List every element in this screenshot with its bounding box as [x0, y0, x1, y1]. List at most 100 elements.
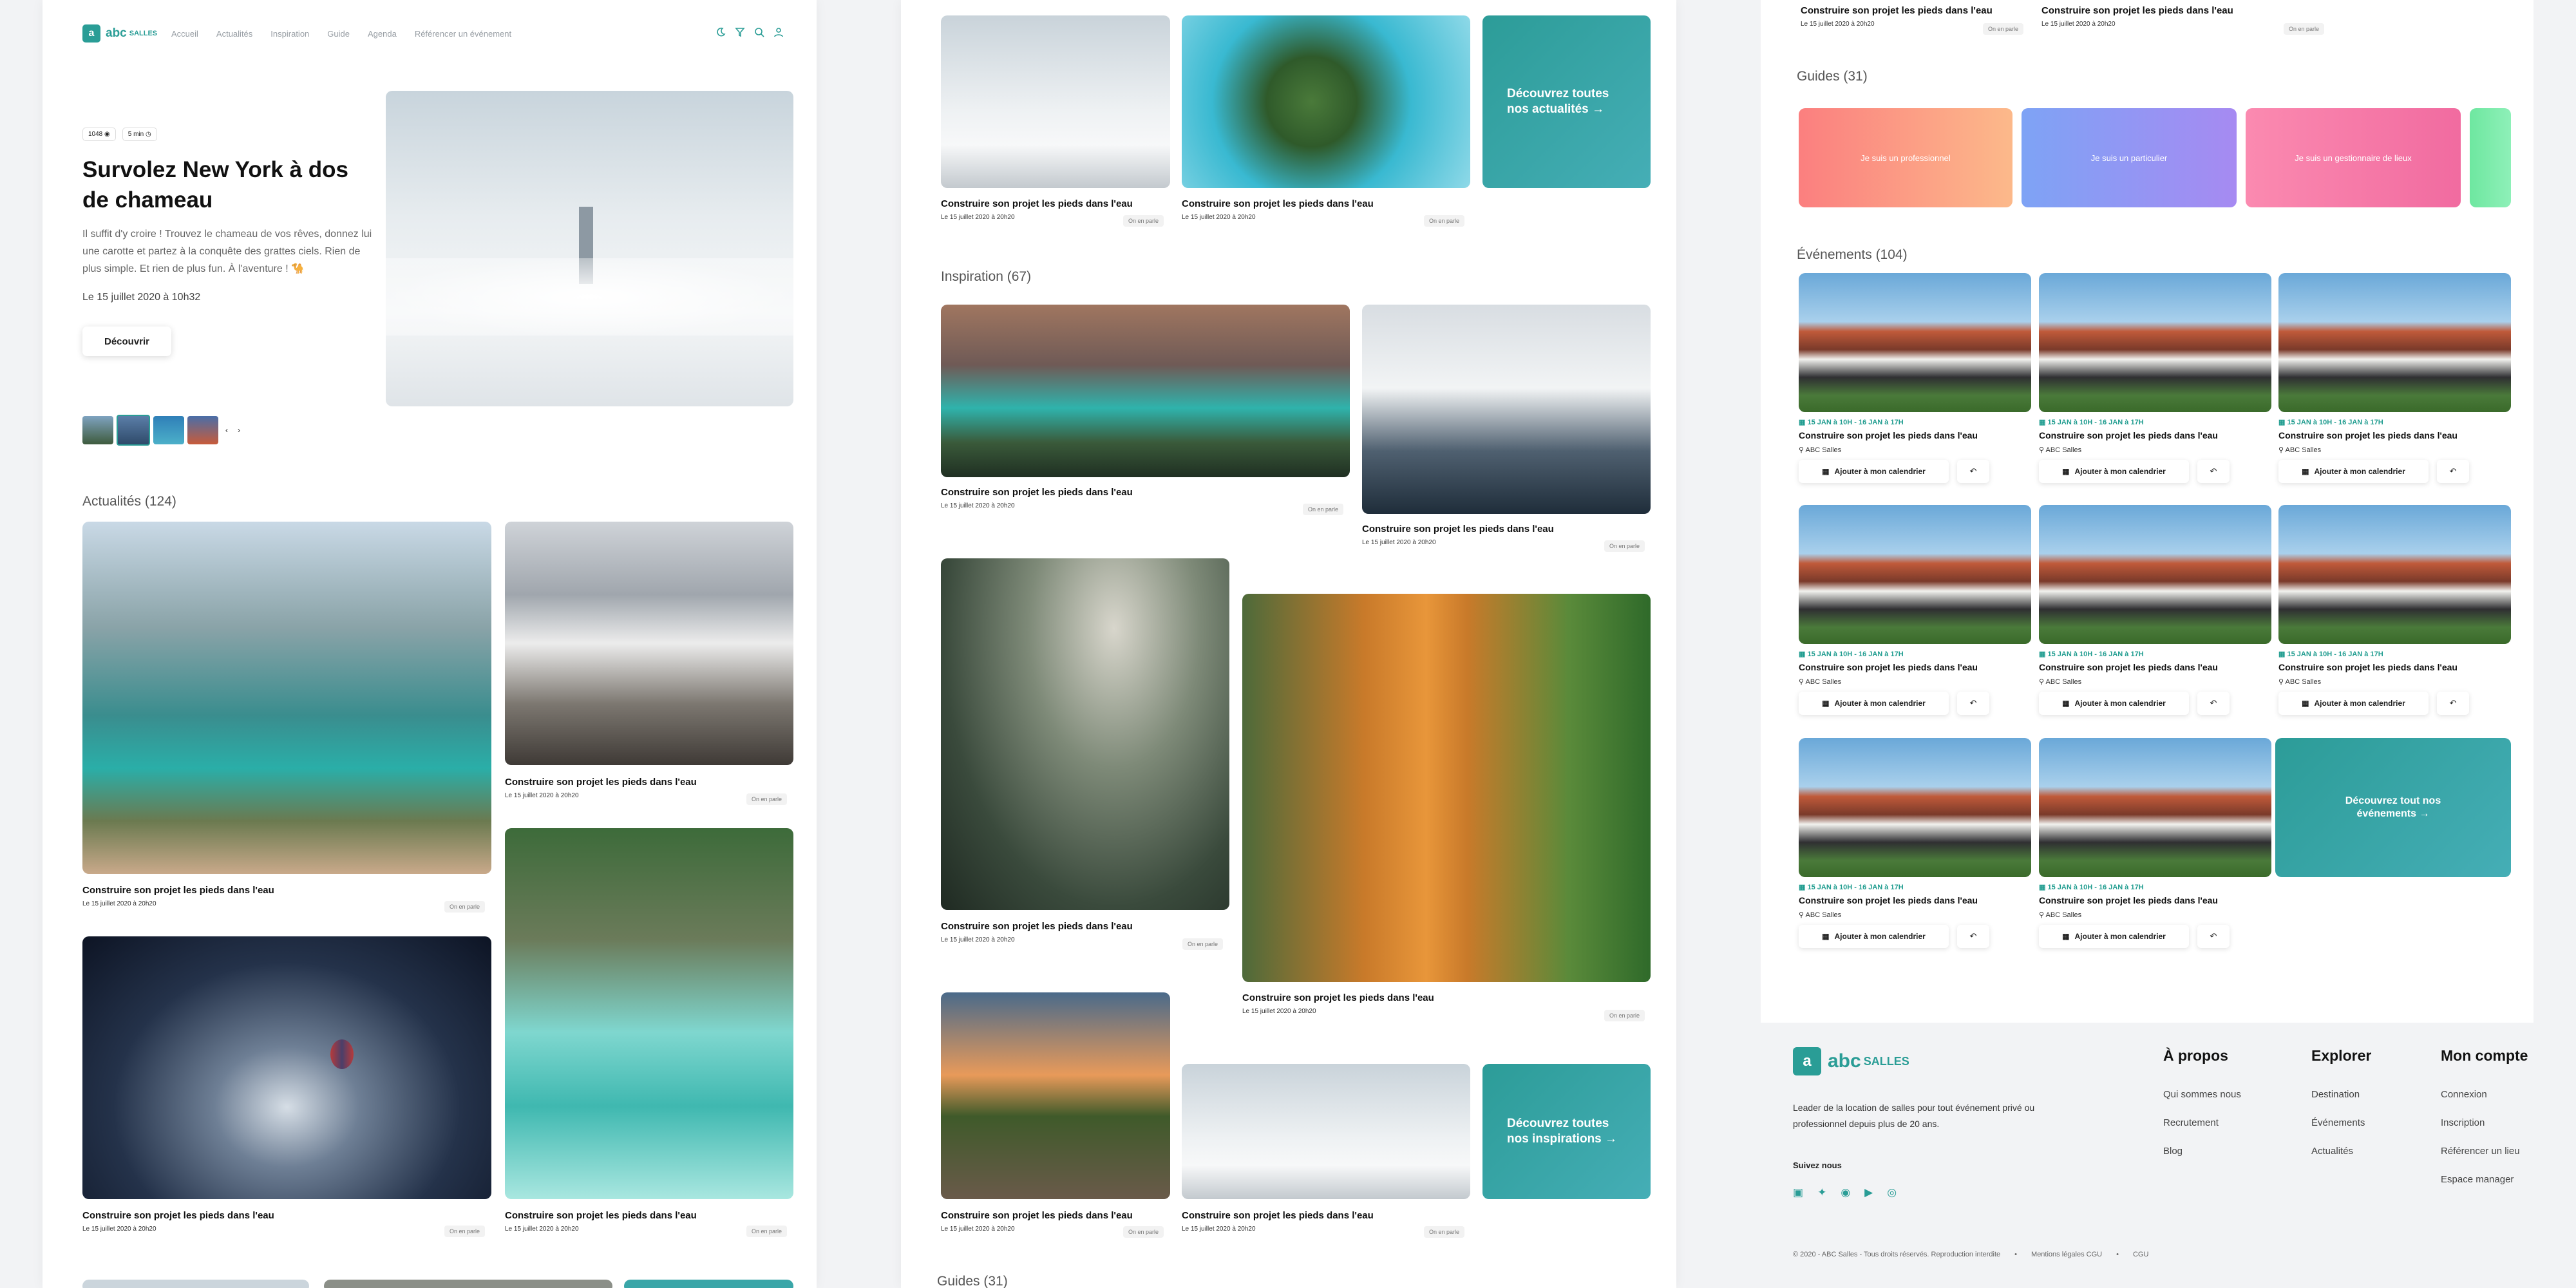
add-calendar-button[interactable]: ▦ Ajouter à mon calendrier [1799, 692, 1949, 715]
legal-link[interactable]: Mentions légales CGU [2031, 1251, 2102, 1258]
thumb-2[interactable] [117, 415, 150, 446]
card-title[interactable]: Construire son projet les pieds dans l'e… [1801, 5, 1993, 16]
mountain-image[interactable] [505, 522, 793, 765]
card-title[interactable]: Construire son projet les pieds dans l'e… [1362, 524, 1554, 535]
balloon-image[interactable] [82, 936, 491, 1199]
add-calendar-button[interactable]: ▦ Ajouter à mon calendrier [2278, 460, 2429, 483]
card-title[interactable]: Construire son projet les pieds dans l'e… [1182, 198, 1374, 209]
footer-link[interactable]: Espace manager [2441, 1174, 2514, 1185]
nav-accueil[interactable]: Accueil [171, 29, 198, 39]
house-image[interactable] [2039, 273, 2271, 412]
footer-logo[interactable]: a abc SALLES [1793, 1047, 1909, 1075]
footer-link[interactable]: Événements [2311, 1117, 2365, 1128]
city-fog-image[interactable] [941, 15, 1170, 188]
nav-referencer[interactable]: Référencer un événement [415, 29, 511, 39]
card-title[interactable]: Construire son projet les pieds dans l'e… [2041, 5, 2233, 16]
guide-gestionnaire[interactable]: Je suis un gestionnaire de lieux [2246, 108, 2461, 207]
house-image[interactable] [2278, 505, 2511, 644]
share-icon[interactable]: ↶ [2197, 925, 2230, 948]
nav-actualites[interactable]: Actualités [216, 29, 252, 39]
lake-image[interactable] [941, 305, 1350, 477]
elephant-image[interactable] [941, 558, 1229, 910]
footer-link[interactable]: Recrutement [2163, 1117, 2219, 1128]
guide-next-partial[interactable] [2470, 108, 2511, 207]
facebook-icon[interactable]: ▣ [1793, 1186, 1803, 1199]
nav-guide[interactable]: Guide [327, 29, 350, 39]
card-title[interactable]: Construire son projet les pieds dans l'e… [941, 921, 1133, 932]
card-title[interactable]: Construire son projet les pieds dans l'e… [941, 198, 1133, 209]
card-title[interactable]: Construire son projet les pieds dans l'e… [82, 885, 274, 896]
footer-link[interactable]: Inscription [2441, 1117, 2485, 1128]
footer-link[interactable]: Connexion [2441, 1089, 2487, 1100]
event-title[interactable]: Construire son projet les pieds dans l'e… [1799, 895, 1978, 905]
card-title[interactable]: Construire son projet les pieds dans l'e… [82, 1210, 274, 1221]
actualites-cta-card[interactable]: Découvrez toutes nos actualités → [1482, 15, 1651, 188]
thumb-4[interactable] [187, 416, 218, 444]
house-image[interactable] [1799, 505, 2031, 644]
inspirations-cta-card[interactable]: Découvrez toutes nos inspirations → [1482, 1064, 1651, 1199]
card-title[interactable]: Construire son projet les pieds dans l'e… [941, 1210, 1133, 1221]
house-image[interactable] [2039, 505, 2271, 644]
footer-link[interactable]: Actualités [2311, 1146, 2353, 1157]
card-title[interactable]: Construire son projet les pieds dans l'e… [1182, 1210, 1374, 1221]
add-calendar-button[interactable]: ▦ Ajouter à mon calendrier [2039, 460, 2189, 483]
tiger-image[interactable] [1242, 594, 1651, 982]
palm-image[interactable] [1182, 15, 1470, 188]
event-title[interactable]: Construire son projet les pieds dans l'e… [2039, 895, 2218, 905]
thumb-1[interactable] [82, 416, 113, 444]
footer-link[interactable]: Référencer un lieu [2441, 1146, 2520, 1157]
footer-link[interactable]: Destination [2311, 1089, 2360, 1100]
youtube-icon[interactable]: ▶ [1864, 1186, 1873, 1199]
pinterest-icon[interactable]: ◉ [1841, 1186, 1850, 1199]
add-calendar-button[interactable]: ▦ Ajouter à mon calendrier [2039, 692, 2189, 715]
card-title[interactable]: Construire son projet les pieds dans l'e… [505, 777, 697, 788]
share-icon[interactable]: ↶ [1957, 692, 1989, 715]
city-fog-image[interactable] [1182, 1064, 1470, 1199]
discover-button[interactable]: Découvrir [82, 327, 171, 356]
house-image[interactable] [2039, 738, 2271, 877]
add-calendar-button[interactable]: ▦ Ajouter à mon calendrier [2278, 692, 2429, 715]
instagram-icon[interactable]: ◎ [1887, 1186, 1897, 1199]
share-icon[interactable]: ↶ [2437, 692, 2469, 715]
filter-icon[interactable] [735, 27, 745, 37]
forest-fog-image[interactable] [1362, 305, 1651, 514]
share-icon[interactable]: ↶ [1957, 925, 1989, 948]
house-image[interactable] [2278, 273, 2511, 412]
event-title[interactable]: Construire son projet les pieds dans l'e… [1799, 662, 1978, 672]
event-title[interactable]: Construire son projet les pieds dans l'e… [1799, 430, 1978, 440]
nav-agenda[interactable]: Agenda [368, 29, 397, 39]
event-title[interactable]: Construire son projet les pieds dans l'e… [2039, 430, 2218, 440]
event-title[interactable]: Construire son projet les pieds dans l'e… [2278, 430, 2458, 440]
next-arrow-icon[interactable]: › [238, 426, 240, 435]
guide-particulier[interactable]: Je suis un particulier [2022, 108, 2237, 207]
user-icon[interactable] [773, 27, 784, 37]
house-image[interactable] [1799, 738, 2031, 877]
share-icon[interactable]: ↶ [2437, 460, 2469, 483]
share-icon[interactable]: ↶ [1957, 460, 1989, 483]
house-image[interactable] [1799, 273, 2031, 412]
add-calendar-button[interactable]: ▦ Ajouter à mon calendrier [1799, 460, 1949, 483]
fjord-image[interactable] [82, 522, 491, 874]
event-title[interactable]: Construire son projet les pieds dans l'e… [2278, 662, 2458, 672]
twitter-icon[interactable]: ✦ [1817, 1186, 1826, 1199]
search-icon[interactable] [754, 27, 764, 37]
nav-inspiration[interactable]: Inspiration [270, 29, 309, 39]
moon-icon[interactable] [715, 27, 726, 37]
footer-link[interactable]: Qui sommes nous [2163, 1089, 2241, 1100]
cgu-link[interactable]: CGU [2133, 1251, 2148, 1258]
share-icon[interactable]: ↶ [2197, 692, 2230, 715]
prev-arrow-icon[interactable]: ‹ [225, 426, 228, 435]
add-calendar-button[interactable]: ▦ Ajouter à mon calendrier [2039, 925, 2189, 948]
guide-professionnel[interactable]: Je suis un professionnel [1799, 108, 2012, 207]
footer-link[interactable]: Blog [2163, 1146, 2183, 1157]
river-image[interactable] [505, 828, 793, 1199]
card-title[interactable]: Construire son projet les pieds dans l'e… [1242, 992, 1434, 1003]
logo[interactable]: a abc SALLES [82, 24, 157, 43]
event-title[interactable]: Construire son projet les pieds dans l'e… [2039, 662, 2218, 672]
tropical-road-image[interactable] [941, 992, 1170, 1199]
thumb-3[interactable] [153, 416, 184, 444]
evenements-cta-card[interactable]: Découvrez tout nos événements → [2275, 738, 2511, 877]
add-calendar-button[interactable]: ▦ Ajouter à mon calendrier [1799, 925, 1949, 948]
share-icon[interactable]: ↶ [2197, 460, 2230, 483]
card-title[interactable]: Construire son projet les pieds dans l'e… [941, 487, 1133, 498]
